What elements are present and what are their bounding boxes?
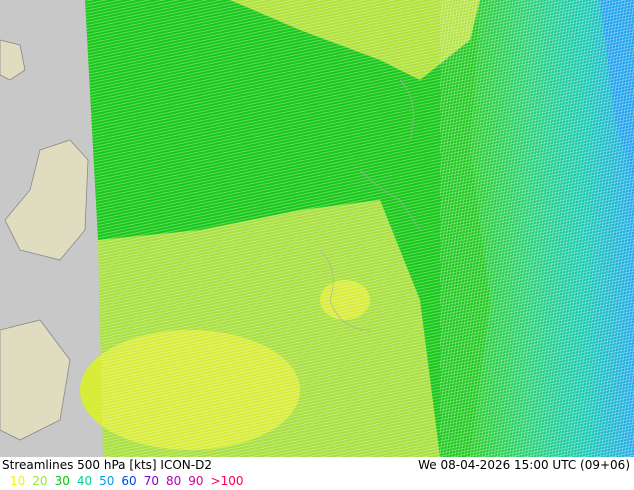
map-title: Streamlines 500 hPa [kts] ICON-D2 — [2, 458, 212, 472]
legend-item: 80 — [165, 474, 182, 488]
valid-time: We 08-04-2026 15:00 UTC (09+06) — [418, 458, 630, 472]
legend-item: 70 — [143, 474, 159, 488]
map-footer: Streamlines 500 hPa [kts] ICON-D2 We 08-… — [0, 457, 634, 490]
map-canvas — [0, 0, 634, 457]
streamline-map — [0, 0, 634, 457]
legend-item: 40 — [76, 474, 93, 488]
legend-item: 10 — [10, 474, 26, 488]
legend-item: 30 — [54, 474, 70, 488]
speed-legend: 10 20 30 40 50 60 70 80 90 >100 — [10, 474, 251, 488]
legend-item: 50 — [99, 474, 115, 488]
legend-item: 90 — [188, 474, 204, 488]
legend-item: 20 — [32, 474, 48, 488]
streamline-texture-east — [440, 0, 634, 457]
legend-item: 60 — [121, 474, 137, 488]
legend-item: >100 — [210, 474, 244, 488]
